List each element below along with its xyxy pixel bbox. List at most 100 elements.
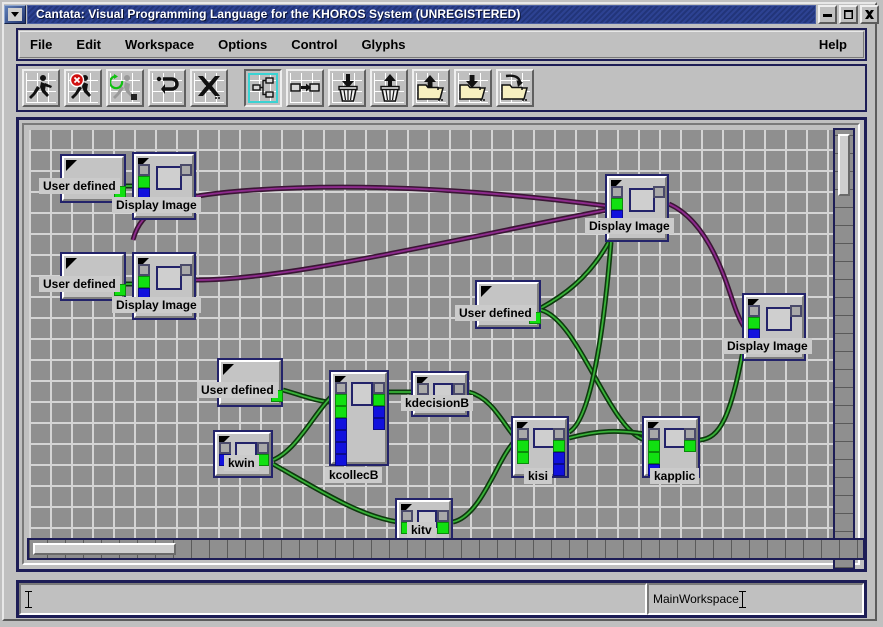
wire-data[interactable] (452, 441, 515, 523)
glyph-input-port-green[interactable] (335, 394, 347, 406)
maximize-button[interactable] (839, 4, 858, 24)
menu-item-workspace[interactable]: Workspace (117, 34, 202, 55)
glyph-input-port-green[interactable] (648, 440, 660, 452)
glyph-output-port-gray[interactable] (684, 428, 696, 440)
glyph-input-port-gray[interactable] (648, 428, 660, 440)
glyph-output-port-gray[interactable] (257, 442, 269, 454)
glyph-output-port-green[interactable] (257, 454, 269, 466)
glyph-input-port-gray[interactable] (517, 428, 529, 440)
wire-data[interactable] (699, 339, 746, 441)
glyph-input-port-gray[interactable] (219, 442, 231, 454)
glyph-input-port-green[interactable] (335, 406, 347, 418)
glyph-output-port-blue[interactable] (553, 464, 565, 476)
running-man-icon (29, 75, 52, 99)
folder-import-button[interactable] (496, 69, 534, 107)
wire-control[interactable] (132, 186, 608, 241)
glyph-input-port-gray[interactable] (611, 186, 623, 198)
glyph-output-port-gray[interactable] (373, 382, 385, 394)
glyph-label: kdecisionB (401, 395, 474, 411)
glyph-output-port-green[interactable] (553, 440, 565, 452)
glyph-output-port-gray[interactable] (180, 264, 192, 276)
glyph-output-port-blue[interactable] (373, 406, 385, 418)
menu-item-file[interactable]: File (22, 34, 60, 55)
run-button[interactable] (22, 69, 60, 107)
folder-save-button[interactable] (412, 69, 450, 107)
horizontal-scrollbar-thumb[interactable] (33, 543, 176, 555)
connect-mode-button[interactable] (244, 69, 282, 107)
glyph-input-port-gray[interactable] (138, 264, 150, 276)
glyph-output-port-gray[interactable] (180, 164, 192, 176)
menu-item-edit[interactable]: Edit (68, 34, 109, 55)
window-title: Cantata: Visual Programming Language for… (27, 4, 816, 24)
vertical-scrollbar-thumb[interactable] (838, 134, 850, 196)
menu-item-glyphs[interactable]: Glyphs (353, 34, 413, 55)
glyph-input-port-blue[interactable] (335, 430, 347, 442)
glyph-label: User defined (39, 178, 120, 194)
glyph-input-port-green[interactable] (517, 440, 529, 452)
glyph-output-port-green[interactable] (437, 522, 449, 534)
glyph-input-port-gray[interactable] (401, 510, 413, 522)
wire-control[interactable] (195, 209, 608, 281)
glyph-input-port-gray[interactable] (138, 164, 150, 176)
close-icon (865, 9, 874, 19)
workspace-name-field[interactable]: MainWorkspace (647, 583, 864, 615)
wire-data[interactable] (568, 241, 612, 433)
delete-button[interactable] (190, 69, 228, 107)
window-menu-button[interactable] (4, 4, 26, 24)
reset-button[interactable] (106, 69, 144, 107)
glyph-output-port-gray[interactable] (553, 428, 565, 440)
wire-data[interactable] (540, 237, 612, 309)
trash-in-button[interactable] (328, 69, 366, 107)
glyph-output-port-gray[interactable] (453, 383, 465, 395)
wire-data[interactable] (272, 395, 333, 461)
glyph-input-port-blue[interactable] (335, 454, 347, 466)
glyph-output-port-gray[interactable] (653, 186, 665, 198)
vertical-scrollbar[interactable] (833, 128, 855, 570)
menu-item-options[interactable]: Options (210, 34, 275, 55)
glyph-input-port-green[interactable] (648, 452, 660, 464)
horizontal-scrollbar[interactable] (27, 538, 865, 560)
boxes-arrow-icon (290, 83, 320, 92)
folder-open-button[interactable] (454, 69, 492, 107)
wire-control[interactable] (668, 203, 746, 329)
glyph-input-port-green[interactable] (138, 276, 150, 288)
running-man-reset-icon (110, 74, 137, 100)
glyph-input-port-blue[interactable] (335, 442, 347, 454)
close-button[interactable] (860, 4, 879, 24)
trash-out-button[interactable] (370, 69, 408, 107)
glyph-preview-window (629, 188, 655, 212)
wire-data[interactable] (468, 391, 515, 437)
glyph-output-port-green[interactable] (373, 394, 385, 406)
wire-outline (130, 184, 608, 241)
menu-item-help[interactable]: Help (811, 34, 855, 55)
loop-button[interactable] (148, 69, 186, 107)
glyph-body[interactable] (329, 370, 389, 466)
flow-button[interactable] (286, 69, 324, 107)
workspace-graph[interactable]: User defined Display Image User defined Dis… (29, 130, 845, 550)
glyph-label: Display Image (112, 197, 201, 213)
glyph-input-port-gray[interactable] (748, 305, 760, 317)
glyph-input-port-gray[interactable] (417, 383, 429, 395)
menu-item-control[interactable]: Control (283, 34, 345, 55)
workspace-canvas-frame: User defined Display Image User defined Dis… (16, 117, 867, 572)
status-message-field[interactable] (19, 583, 647, 615)
glyph-input-port-green[interactable] (748, 317, 760, 329)
glyph-input-port-gray[interactable] (335, 382, 347, 394)
glyph-output-port-green[interactable] (684, 440, 696, 452)
wire-outline (271, 394, 334, 463)
glyph-input-port-blue[interactable] (335, 418, 347, 430)
glyph-input-port-green[interactable] (611, 198, 623, 210)
glyph-output-port-gray[interactable] (437, 510, 449, 522)
glyph-output-port-blue[interactable] (553, 452, 565, 464)
wire-outline (568, 428, 646, 441)
glyph-input-port-green[interactable] (517, 452, 529, 464)
wire-data[interactable] (282, 389, 333, 403)
glyph-output-port-blue[interactable] (373, 418, 385, 430)
glyph-output-port-gray[interactable] (790, 305, 802, 317)
wire-data[interactable] (568, 430, 646, 439)
minimize-button[interactable] (818, 4, 837, 24)
glyph-preview-window (766, 307, 792, 331)
wire-outline (567, 241, 614, 435)
stop-button[interactable] (64, 69, 102, 107)
glyph-input-port-green[interactable] (138, 176, 150, 188)
